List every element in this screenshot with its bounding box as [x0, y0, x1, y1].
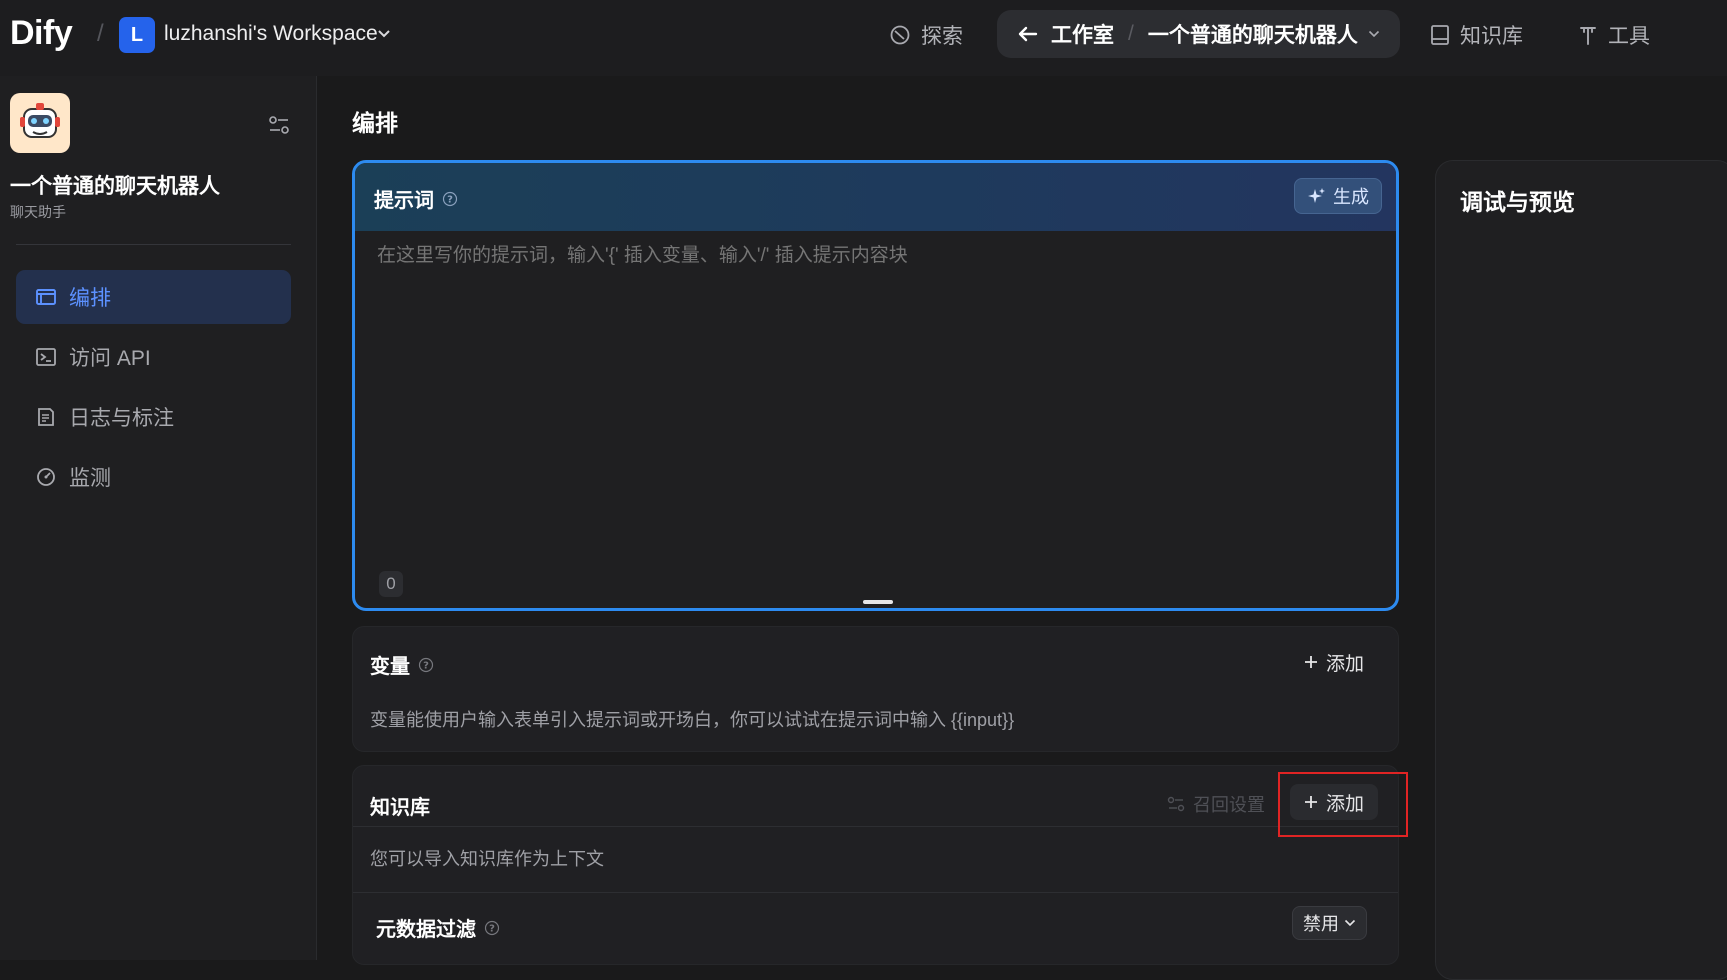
workspace-avatar[interactable]: L [119, 17, 155, 53]
variables-title: 变量 ? [370, 650, 434, 679]
prompt-editor: 提示词 ? 生成 0 [352, 160, 1399, 611]
sidebar-divider [16, 244, 291, 245]
arrow-left-icon[interactable] [1016, 25, 1038, 43]
chevron-down-icon [1344, 919, 1356, 927]
top-navigation-bar: Dify / L luzhanshi's Workspace 探索 工作室 / … [0, 0, 1727, 76]
terminal-icon [35, 347, 57, 367]
chevron-down-icon[interactable] [1368, 30, 1380, 38]
recall-settings-button[interactable]: 召回设置 [1167, 791, 1265, 817]
sparkle-icon [1307, 186, 1327, 206]
app-title: 一个普通的聊天机器人 [10, 175, 220, 198]
prompt-label: 提示词 ? [374, 184, 458, 213]
metadata-filter-value: 禁用 [1303, 914, 1339, 934]
nav-explore-label: 探索 [921, 25, 963, 48]
add-variable-button[interactable]: 添加 [1290, 644, 1378, 680]
dify-logo[interactable]: Dify [10, 14, 73, 53]
metadata-filter-label: 元数据过滤 [376, 919, 476, 941]
svg-text:?: ? [423, 660, 429, 671]
page-title: 编排 [352, 110, 398, 136]
nav-knowledge-label: 知识库 [1460, 25, 1523, 48]
document-icon [35, 407, 57, 427]
dashboard-gauge-icon [35, 467, 57, 487]
plus-icon [1304, 655, 1318, 669]
metadata-divider [353, 892, 1398, 893]
layout-icon [35, 287, 57, 307]
nav-knowledge[interactable]: 知识库 [1430, 20, 1523, 50]
sidebar-item-label: 监测 [69, 467, 111, 490]
generate-label: 生成 [1333, 187, 1369, 207]
sidebar-item-label: 访问 API [69, 347, 151, 370]
svg-text:?: ? [489, 923, 495, 934]
sidebar-item-label: 编排 [69, 287, 111, 310]
current-app-name[interactable]: 一个普通的聊天机器人 [1148, 19, 1358, 49]
sidebar-item-monitoring[interactable]: 监测 [16, 450, 291, 504]
book-icon [1430, 24, 1450, 46]
nav-explore[interactable]: 探索 [889, 20, 963, 50]
metadata-filter-select[interactable]: 禁用 [1292, 906, 1367, 940]
knowledge-title: 知识库 [370, 797, 430, 819]
nav-studio-label[interactable]: 工作室 [1051, 19, 1114, 49]
settings-sliders-icon [1167, 796, 1185, 812]
nav-tools[interactable]: 工具 [1578, 20, 1650, 50]
highlight-box [1278, 772, 1408, 837]
app-robot-avatar-icon [10, 93, 70, 153]
variables-section: 变量 ? 添加 变量能使用户输入表单引入提示词或开场白，你可以试试在提示词中输入… [352, 626, 1399, 752]
help-circle-icon[interactable]: ? [442, 191, 458, 207]
settings-sliders-icon[interactable] [268, 115, 290, 135]
breadcrumb-separator: / [97, 20, 104, 47]
help-circle-icon[interactable]: ? [418, 657, 434, 673]
help-circle-icon[interactable]: ? [484, 920, 500, 936]
metadata-filter-title: 元数据过滤 ? [376, 913, 500, 942]
app-type-label: 聊天助手 [10, 204, 66, 220]
prompt-editor-header: 提示词 ? 生成 [355, 163, 1396, 231]
nav-tools-label: 工具 [1608, 25, 1650, 48]
prompt-label-text: 提示词 [374, 190, 434, 212]
resize-handle[interactable] [863, 600, 893, 604]
workspace-chevron-down-icon[interactable] [377, 29, 391, 39]
sidebar-item-logs[interactable]: 日志与标注 [16, 390, 291, 444]
debug-preview-panel: 调试与预览 [1435, 160, 1727, 980]
nav-studio-pill[interactable]: 工作室 / 一个普通的聊天机器人 [997, 10, 1400, 58]
sidebar-item-api[interactable]: 访问 API [16, 330, 291, 384]
prompt-input[interactable] [377, 245, 1367, 267]
debug-panel-title: 调试与预览 [1460, 189, 1575, 215]
variables-description: 变量能使用户输入表单引入提示词或开场白，你可以试试在提示词中输入 {{input… [370, 710, 1015, 730]
sidebar-item-label: 日志与标注 [69, 407, 174, 430]
add-variable-label: 添加 [1325, 653, 1364, 675]
prompt-char-count: 0 [379, 571, 403, 597]
knowledge-section: 知识库 召回设置 添加 您可以导入知识库作为上下文 元数据过滤 ? 禁用 [352, 765, 1399, 965]
generate-prompt-button[interactable]: 生成 [1294, 178, 1382, 214]
sidebar-item-orchestrate[interactable]: 编排 [16, 270, 291, 324]
workspace-name[interactable]: luzhanshi's Workspace [164, 22, 378, 46]
sidebar-menu: 编排 访问 API 日志与标注 监测 [16, 270, 291, 510]
recall-settings-label: 召回设置 [1193, 795, 1265, 815]
compass-icon [889, 24, 911, 46]
breadcrumb-separator: / [1128, 22, 1134, 45]
knowledge-divider [353, 826, 1398, 827]
tools-icon [1578, 24, 1598, 46]
knowledge-description: 您可以导入知识库作为上下文 [370, 849, 604, 869]
variables-title-text: 变量 [370, 656, 410, 678]
app-sidebar: 一个普通的聊天机器人 聊天助手 编排 访问 API 日志与标注 监测 [0, 76, 317, 960]
svg-text:?: ? [447, 194, 453, 205]
